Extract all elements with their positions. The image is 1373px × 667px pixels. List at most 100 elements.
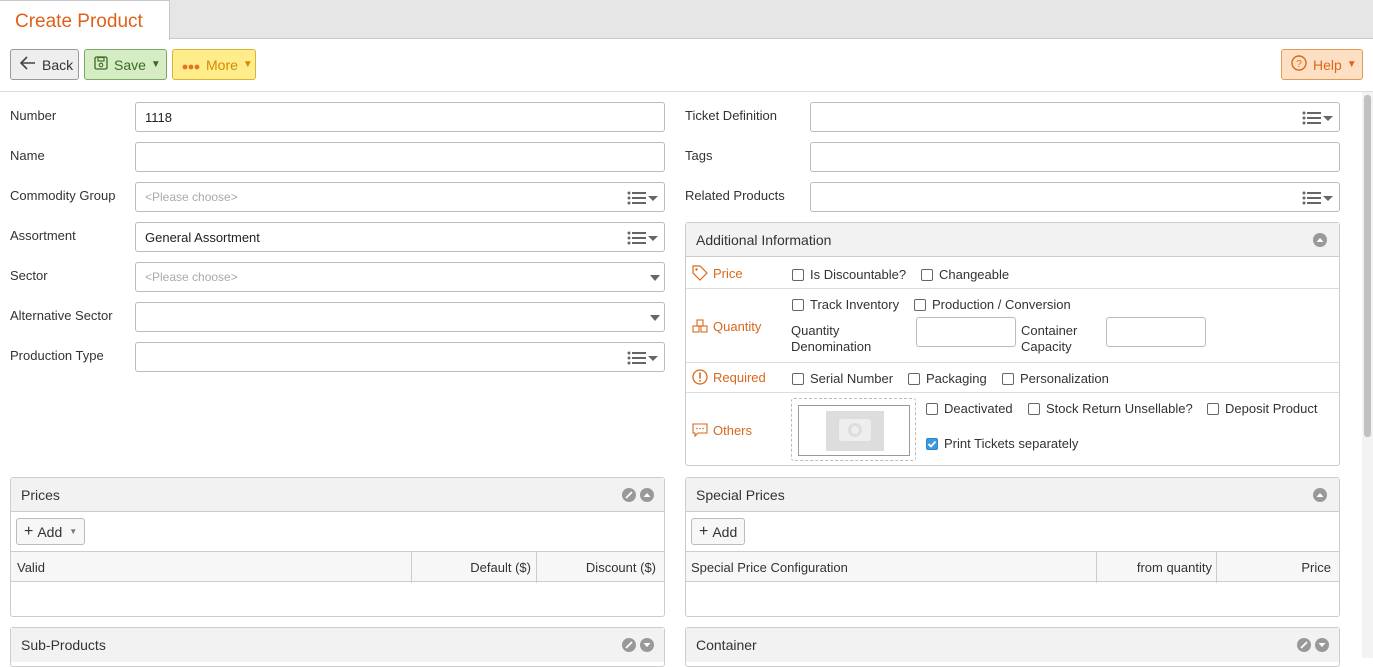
checkmark-icon	[926, 437, 938, 450]
help-label: Help	[1313, 56, 1342, 73]
add-special-price-button[interactable]: + Add	[691, 518, 746, 545]
price-label: Price	[713, 265, 743, 281]
deactivated-checkbox[interactable]: Deactivated	[926, 401, 1013, 416]
others-section-label: Others	[692, 422, 752, 438]
column-header-default[interactable]: Default ($)	[470, 560, 531, 575]
container-capacity-label: Container Capacity	[1021, 323, 1077, 355]
more-button[interactable]: More ▼	[172, 49, 256, 80]
container-capacity-input[interactable]	[1106, 317, 1206, 347]
question-circle-icon: ?	[1291, 55, 1307, 74]
caret-down-icon: ▼	[69, 527, 78, 536]
name-field[interactable]	[135, 142, 665, 172]
ticket-definition-select[interactable]	[810, 102, 1340, 132]
quantity-denomination-input[interactable]	[916, 317, 1016, 347]
collapse-icon[interactable]	[640, 488, 654, 502]
column-header-valid[interactable]: Valid	[17, 560, 45, 575]
container-cap-line2: Capacity	[1021, 339, 1072, 354]
related-products-select[interactable]	[810, 182, 1340, 212]
commodity-group-placeholder: <Please choose>	[145, 190, 238, 204]
sector-select[interactable]: <Please choose>	[135, 262, 665, 292]
list-dropdown-icon[interactable]	[1302, 111, 1334, 125]
list-dropdown-icon[interactable]	[627, 191, 659, 205]
personalization-checkbox[interactable]: Personalization	[1002, 371, 1109, 386]
is-discountable-label: Is Discountable?	[810, 267, 907, 282]
production-conversion-label: Production / Conversion	[932, 297, 1071, 312]
container-panel: Container	[685, 627, 1340, 667]
divider	[686, 392, 1339, 393]
packaging-checkbox[interactable]: Packaging	[908, 371, 987, 386]
divider	[686, 288, 1339, 289]
container-cap-line1: Container	[1021, 323, 1078, 338]
print-tickets-separately-checkbox[interactable]: Print Tickets separately	[926, 436, 1078, 451]
quantity-section-label: Quantity	[692, 318, 761, 334]
name-label: Name	[10, 148, 45, 163]
settings-icon[interactable]	[622, 488, 636, 502]
qty-denom-line2: Denomination	[791, 339, 872, 354]
collapse-icon[interactable]	[1313, 233, 1327, 247]
camera-icon	[826, 411, 884, 451]
caret-down-icon: ▼	[150, 59, 161, 70]
add-label: Add	[712, 523, 738, 540]
scrollbar-thumb[interactable]	[1364, 95, 1371, 437]
qty-denom-line1: Quantity	[791, 323, 840, 338]
number-field[interactable]: 1118	[135, 102, 665, 132]
column-header-price[interactable]: Price	[1301, 560, 1331, 575]
track-inventory-checkbox[interactable]: Track Inventory	[792, 297, 899, 312]
settings-icon[interactable]	[622, 638, 636, 652]
column-header-from-quantity[interactable]: from quantity	[1137, 560, 1212, 575]
production-conversion-checkbox[interactable]: Production / Conversion	[914, 297, 1071, 312]
number-label: Number	[10, 108, 57, 123]
production-type-select[interactable]	[135, 342, 665, 372]
panel-title: Additional Information	[696, 232, 832, 248]
assortment-select[interactable]: General Assortment	[135, 222, 665, 252]
is-discountable-checkbox[interactable]: Is Discountable?	[792, 267, 906, 282]
column-header-discount[interactable]: Discount ($)	[586, 560, 656, 575]
deposit-product-checkbox[interactable]: Deposit Product	[1207, 401, 1318, 416]
changeable-checkbox[interactable]: Changeable	[921, 267, 1009, 282]
panel-title: Container	[696, 637, 757, 653]
more-label: More	[206, 56, 238, 73]
caret-down-icon: ▼	[242, 59, 253, 70]
additional-information-panel: Additional Information Price Is Discount…	[685, 222, 1340, 466]
expand-icon[interactable]	[640, 638, 654, 652]
back-button[interactable]: Back	[10, 49, 79, 80]
panel-title: Sub-Products	[21, 637, 106, 653]
required-section-label: Required	[692, 369, 766, 385]
tab-create-product[interactable]: Create Product	[0, 0, 170, 40]
packaging-label: Packaging	[926, 371, 987, 386]
quantity-label: Quantity	[713, 318, 762, 334]
back-label: Back	[42, 56, 74, 73]
commodity-group-select[interactable]: <Please choose>	[135, 182, 665, 212]
sector-placeholder: <Please choose>	[145, 270, 238, 284]
deposit-product-label: Deposit Product	[1225, 401, 1318, 416]
list-dropdown-icon[interactable]	[627, 351, 659, 365]
save-label: Save	[114, 56, 146, 73]
add-price-button[interactable]: + Add ▼	[16, 518, 86, 545]
number-value: 1118	[145, 110, 172, 125]
divider	[686, 362, 1339, 363]
comment-icon	[692, 423, 708, 438]
plus-icon: +	[699, 522, 709, 540]
help-button[interactable]: ? Help ▼	[1281, 49, 1363, 80]
alternative-sector-select[interactable]	[135, 302, 665, 332]
alternative-sector-label: Alternative Sector	[10, 308, 113, 323]
prices-panel: Prices + Add ▼ Valid Default ($) Discoun…	[10, 477, 665, 617]
price-section-label: Price	[692, 265, 743, 281]
chevron-down-icon	[650, 275, 660, 281]
expand-icon[interactable]	[1315, 638, 1329, 652]
panel-title: Special Prices	[696, 487, 785, 503]
column-divider	[1096, 552, 1097, 583]
track-inventory-label: Track Inventory	[810, 297, 900, 312]
panel-title: Prices	[21, 487, 60, 503]
column-header-special-price-configuration[interactable]: Special Price Configuration	[691, 560, 848, 575]
list-dropdown-icon[interactable]	[627, 231, 659, 245]
panel-header: Additional Information	[686, 223, 1339, 257]
product-image-dropzone[interactable]	[791, 398, 916, 461]
list-dropdown-icon[interactable]	[1302, 191, 1334, 205]
tags-field[interactable]	[810, 142, 1340, 172]
serial-number-checkbox[interactable]: Serial Number	[792, 371, 893, 386]
collapse-icon[interactable]	[1313, 488, 1327, 502]
stock-return-unsellable-checkbox[interactable]: Stock Return Unsellable?	[1028, 401, 1193, 416]
settings-icon[interactable]	[1297, 638, 1311, 652]
save-button[interactable]: Save ▼	[84, 49, 167, 80]
